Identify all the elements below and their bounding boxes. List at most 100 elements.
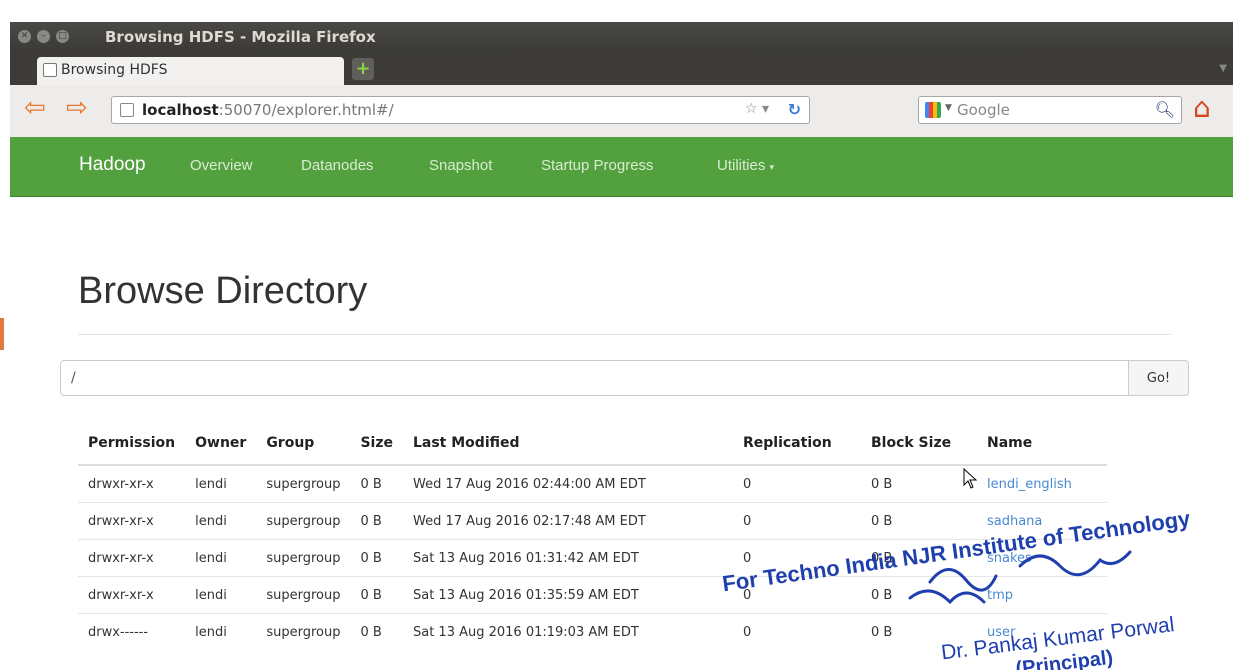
window-title: Browsing HDFS - Mozilla Firefox	[105, 28, 376, 46]
group-cell: supergroup	[256, 613, 351, 650]
modified-cell: Sat 13 Aug 2016 01:19:03 AM EDT	[402, 613, 733, 650]
search-box[interactable]: ▼ Google 🔍︎	[918, 96, 1182, 124]
nav-utilities[interactable]: Utilities ▾	[717, 157, 774, 174]
directory-link[interactable]: lendi_english	[987, 477, 1072, 492]
table-row: drwxr-xr-x lendi supergroup 0 B Sat 13 A…	[78, 576, 1107, 614]
owner-cell: lendi	[185, 502, 257, 540]
url-text: localhost:50070/explorer.html#/	[142, 101, 394, 119]
caret-down-icon: ▾	[769, 162, 775, 172]
search-icon[interactable]: 🔍︎	[1155, 100, 1175, 119]
size-cell: 0 B	[350, 576, 403, 614]
column-header[interactable]: Size	[350, 421, 403, 466]
page-edge-accent	[0, 318, 4, 350]
modified-cell: Wed 17 Aug 2016 02:17:48 AM EDT	[402, 502, 733, 540]
permission-cell: drwxr-xr-x	[78, 464, 186, 503]
modified-cell: Wed 17 Aug 2016 02:44:00 AM EDT	[402, 464, 733, 503]
table-row: drwx------ lendi supergroup 0 B Sat 13 A…	[78, 613, 1107, 650]
name-cell: tmp	[976, 576, 1107, 614]
modified-cell: Sat 13 Aug 2016 01:35:59 AM EDT	[402, 576, 733, 614]
column-header[interactable]: Group	[256, 421, 351, 466]
bookmark-star-icon[interactable]: ☆ ▾	[745, 101, 769, 117]
block-size-cell: 0 B	[860, 539, 977, 577]
replication-cell: 0	[732, 576, 861, 614]
column-header[interactable]: Block Size	[860, 421, 977, 466]
maximize-icon[interactable]: □	[56, 30, 69, 43]
permission-cell: drwxr-xr-x	[78, 539, 186, 577]
stamp-line-title: (Principal)	[1014, 647, 1114, 670]
permission-cell: drwx------	[78, 613, 186, 650]
page-icon	[43, 63, 57, 77]
home-icon[interactable]: ⌂	[1193, 94, 1211, 122]
size-cell: 0 B	[350, 502, 403, 540]
block-size-cell: 0 B	[860, 576, 977, 614]
permission-cell: drwxr-xr-x	[78, 502, 186, 540]
directory-path-input[interactable]	[60, 360, 1129, 396]
browser-tab[interactable]: Browsing HDFS	[37, 57, 344, 85]
browser-toolbar: ⇦ ⇨ localhost:50070/explorer.html#/ ☆ ▾ …	[10, 85, 1233, 138]
url-bar[interactable]: localhost:50070/explorer.html#/ ☆ ▾ ↻	[111, 96, 810, 124]
tab-list-icon[interactable]: ▼	[1219, 63, 1227, 74]
directory-link[interactable]: user	[987, 625, 1015, 640]
table-header-row: Permission Owner Group Size Last Modifie…	[78, 421, 1107, 466]
replication-cell: 0	[732, 502, 861, 540]
column-header[interactable]: Permission	[78, 421, 186, 466]
column-header[interactable]: Last Modified	[402, 421, 733, 466]
directory-link[interactable]: tmp	[987, 588, 1013, 603]
group-cell: supergroup	[256, 539, 351, 577]
reload-icon[interactable]: ↻	[788, 100, 801, 119]
tab-title: Browsing HDFS	[61, 62, 168, 78]
nav-snapshot[interactable]: Snapshot	[429, 157, 492, 174]
table-row: drwxr-xr-x lendi supergroup 0 B Wed 17 A…	[78, 464, 1107, 503]
block-size-cell: 0 B	[860, 613, 977, 650]
replication-cell: 0	[732, 613, 861, 650]
name-cell: lendi_english	[976, 464, 1107, 503]
directory-link[interactable]: sadhana	[987, 514, 1042, 529]
mouse-cursor-icon	[963, 468, 977, 489]
google-icon[interactable]	[925, 102, 941, 118]
brand-link[interactable]: Hadoop	[79, 154, 146, 176]
size-cell: 0 B	[350, 539, 403, 577]
group-cell: supergroup	[256, 502, 351, 540]
group-cell: supergroup	[256, 576, 351, 614]
column-header[interactable]: Replication	[732, 421, 861, 466]
forward-arrow-icon[interactable]: ⇨	[66, 95, 88, 121]
nav-startup-progress[interactable]: Startup Progress	[541, 157, 654, 174]
nav-datanodes[interactable]: Datanodes	[301, 157, 374, 174]
replication-cell: 0	[732, 464, 861, 503]
close-icon[interactable]: ✕	[18, 30, 31, 43]
tab-strip: Browsing HDFS + ▼	[10, 53, 1233, 85]
name-cell: snakes	[976, 539, 1107, 577]
block-size-cell: 0 B	[860, 502, 977, 540]
block-size-cell: 0 B	[860, 464, 977, 503]
hadoop-navbar: Hadoop Overview Datanodes Snapshot Start…	[10, 137, 1233, 197]
replication-cell: 0	[732, 539, 861, 577]
owner-cell: lendi	[185, 539, 257, 577]
name-cell: user	[976, 613, 1107, 650]
go-button[interactable]: Go!	[1128, 360, 1189, 396]
size-cell: 0 B	[350, 613, 403, 650]
column-header[interactable]: Name	[976, 421, 1107, 466]
nav-overview[interactable]: Overview	[190, 157, 253, 174]
directory-link[interactable]: snakes	[987, 551, 1032, 566]
new-tab-icon[interactable]: +	[352, 58, 374, 80]
chevron-down-icon[interactable]: ▼	[945, 103, 952, 113]
table-row: drwxr-xr-x lendi supergroup 0 B Sat 13 A…	[78, 539, 1107, 577]
owner-cell: lendi	[185, 613, 257, 650]
size-cell: 0 B	[350, 464, 403, 503]
owner-cell: lendi	[185, 464, 257, 503]
group-cell: supergroup	[256, 464, 351, 503]
search-placeholder: Google	[957, 101, 1010, 119]
table-row: drwxr-xr-x lendi supergroup 0 B Wed 17 A…	[78, 502, 1107, 540]
page-title: Browse Directory	[78, 270, 368, 312]
divider	[78, 334, 1171, 335]
window-titlebar: ✕ – □ Browsing HDFS - Mozilla Firefox	[10, 22, 1233, 53]
directory-table: Permission Owner Group Size Last Modifie…	[78, 421, 1107, 650]
column-header[interactable]: Owner	[185, 421, 257, 466]
modified-cell: Sat 13 Aug 2016 01:31:42 AM EDT	[402, 539, 733, 577]
back-arrow-icon[interactable]: ⇦	[24, 95, 46, 121]
permission-cell: drwxr-xr-x	[78, 576, 186, 614]
page-icon	[120, 103, 134, 117]
owner-cell: lendi	[185, 576, 257, 614]
name-cell: sadhana	[976, 502, 1107, 540]
minimize-icon[interactable]: –	[37, 30, 50, 43]
